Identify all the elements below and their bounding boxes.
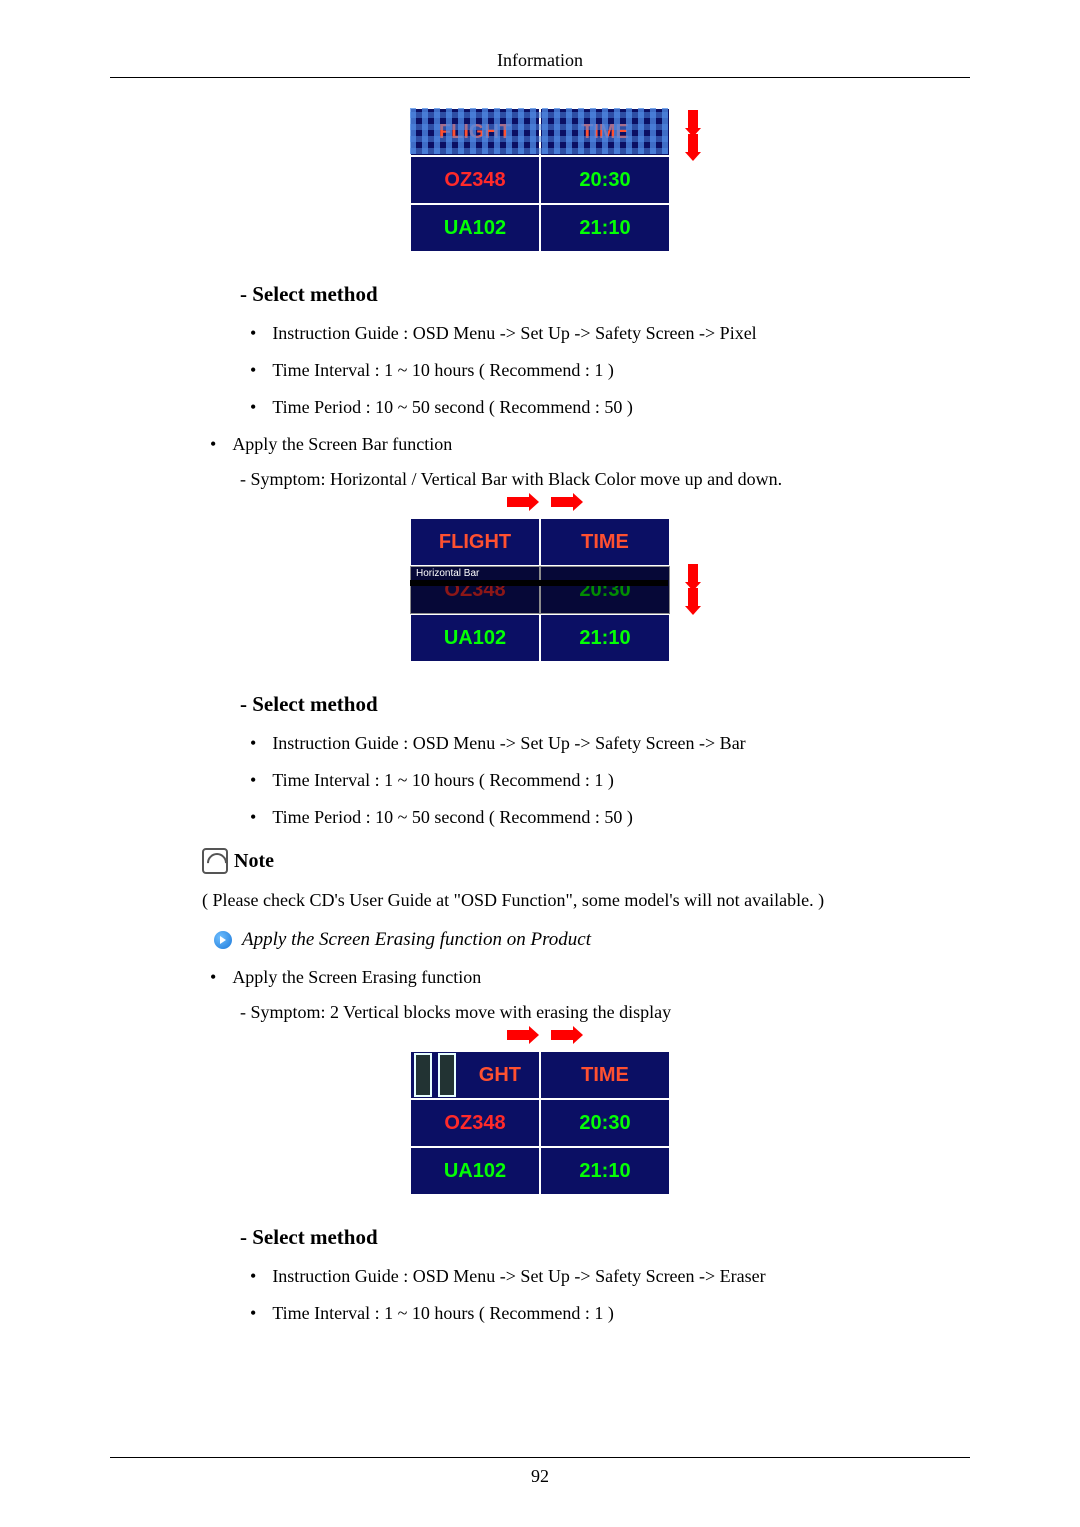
table-cell: 21:10 [540, 1147, 670, 1195]
list-item: Time Interval : 1 ~ 10 hours ( Recommend… [250, 1303, 970, 1324]
list-item: Apply the Screen Bar function [210, 434, 970, 455]
note-paragraph: ( Please check CD's User Guide at "OSD F… [202, 890, 970, 911]
heading-select-method: - Select method [240, 692, 970, 717]
table-cell: 20:30 [540, 566, 670, 614]
horizontal-bar-icon [410, 580, 668, 586]
list-item-text: Apply the Screen Bar function [232, 434, 452, 454]
table-cell: 21:10 [540, 614, 670, 662]
table-head-time: TIME [540, 518, 670, 566]
table-cell: UA102 [410, 204, 540, 252]
table-head-flight: FLIGHT [410, 518, 540, 566]
table-head-time: TIME [540, 1051, 670, 1099]
list-item: Time Interval : 1 ~ 10 hours ( Recommend… [250, 770, 970, 791]
list-item-text: Time Period : 10 ~ 50 second ( Recommend… [272, 807, 633, 827]
list-item: Instruction Guide : OSD Menu -> Set Up -… [250, 323, 970, 344]
section-title-text: Apply the Screen Erasing function on Pro… [242, 929, 591, 951]
list-item-text: Time Interval : 1 ~ 10 hours ( Recommend… [272, 360, 614, 380]
note-block: Note [202, 848, 970, 874]
table-cell: UA102 [410, 1147, 540, 1195]
table-cell: 21:10 [540, 204, 670, 252]
list-item-text: Instruction Guide : OSD Menu -> Set Up -… [272, 1266, 765, 1286]
table-cell: OZ348 [410, 1099, 540, 1147]
flight-table-bar: FLIGHT TIME OZ348 20:30 UA102 21:10 [408, 516, 672, 664]
list-item: Time Period : 10 ~ 50 second ( Recommend… [250, 807, 970, 828]
list-bar-method: Instruction Guide : OSD Menu -> Set Up -… [250, 733, 970, 828]
list-item-text: Time Interval : 1 ~ 10 hours ( Recommend… [272, 770, 614, 790]
list-item: Instruction Guide : OSD Menu -> Set Up -… [250, 733, 970, 754]
figure-pixel: FLIGHT TIME OZ348 20:30 UA102 21:10 [110, 106, 970, 254]
list-item-text: Instruction Guide : OSD Menu -> Set Up -… [272, 323, 756, 343]
symptom-bar: - Symptom: Horizontal / Vertical Bar wit… [240, 469, 970, 490]
table-cell: 20:30 [540, 156, 670, 204]
table-cell: UA102 [410, 614, 540, 662]
list-item: Apply the Screen Erasing function [210, 967, 970, 988]
page-number: 92 [110, 1457, 970, 1487]
list-item: Instruction Guide : OSD Menu -> Set Up -… [250, 1266, 970, 1287]
note-label: Note [234, 850, 274, 873]
arrows-down-icon [688, 110, 698, 152]
figure-eraser: GHT TIME OZ348 20:30 UA102 21:10 [110, 1049, 970, 1197]
arrows-right-top-icon [110, 494, 970, 512]
list-item-text: Instruction Guide : OSD Menu -> Set Up -… [272, 733, 745, 753]
list-apply-bar: Apply the Screen Bar function [210, 434, 970, 455]
eraser-blocks-icon [414, 1053, 456, 1097]
list-pixel-method: Instruction Guide : OSD Menu -> Set Up -… [250, 323, 970, 418]
list-item: Time Period : 10 ~ 50 second ( Recommend… [250, 397, 970, 418]
list-item-text: Time Period : 10 ~ 50 second ( Recommend… [272, 397, 633, 417]
heading-select-method: - Select method [240, 282, 970, 307]
table-head-time: TIME [540, 108, 670, 156]
list-item: Time Interval : 1 ~ 10 hours ( Recommend… [250, 360, 970, 381]
flight-table-pixel: FLIGHT TIME OZ348 20:30 UA102 21:10 [408, 106, 672, 254]
table-cell: 20:30 [540, 1099, 670, 1147]
list-item-text: Time Interval : 1 ~ 10 hours ( Recommend… [272, 1303, 614, 1323]
section-title-erasing: Apply the Screen Erasing function on Pro… [214, 929, 970, 951]
symptom-erasing: - Symptom: 2 Vertical blocks move with e… [240, 1002, 970, 1023]
figure-bar: FLIGHT TIME OZ348 20:30 UA102 21:10 Hori… [110, 516, 970, 664]
heading-select-method: - Select method [240, 1225, 970, 1250]
list-item-text: Apply the Screen Erasing function [232, 967, 481, 987]
list-apply-erasing: Apply the Screen Erasing function [210, 967, 970, 988]
arrow-circle-icon [214, 931, 232, 949]
table-cell: OZ348 [410, 156, 540, 204]
note-icon [202, 848, 228, 874]
page-header-title: Information [110, 50, 970, 78]
table-head-flight: FLIGHT [410, 108, 540, 156]
arrows-down-icon [688, 564, 698, 606]
list-eraser-method: Instruction Guide : OSD Menu -> Set Up -… [250, 1266, 970, 1324]
horizontal-bar-label: Horizontal Bar [416, 568, 479, 579]
arrows-right-top-icon [110, 1027, 970, 1045]
